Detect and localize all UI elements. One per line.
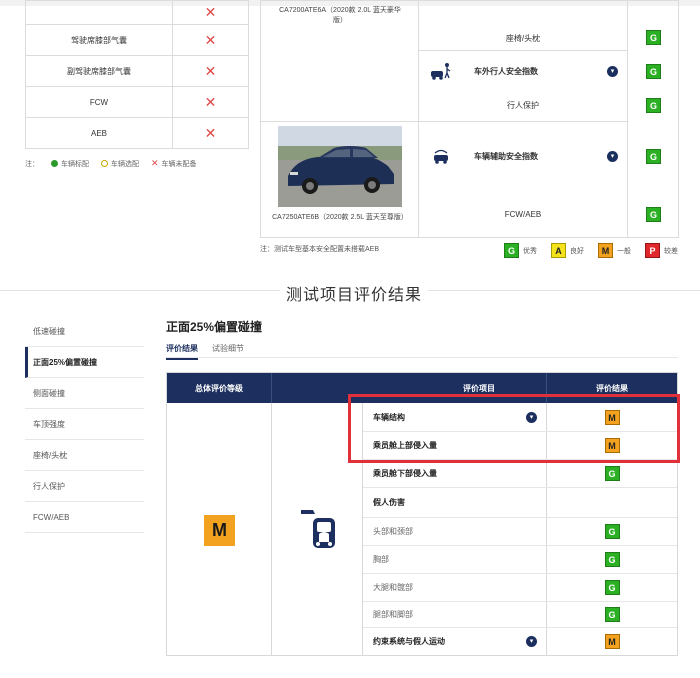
result-subtitle: 正面25%偏置碰撞: [166, 320, 263, 334]
item-name: 头部和颈部: [373, 527, 413, 536]
grade-badge: G: [646, 30, 661, 45]
item-name: 大腿和髋部: [373, 583, 413, 592]
legend-standard-label: 车辆标配: [61, 160, 89, 168]
driver-assist-icon: [431, 147, 451, 165]
row-pedestrian-protection: 行人保护: [507, 100, 539, 110]
legend-prefix: 注：: [25, 160, 39, 168]
optional-circle-icon: [101, 160, 108, 167]
result-row: 腿部和脚部 G: [363, 601, 677, 627]
row-fcw-aeb: FCW/AEB: [504, 209, 542, 219]
grade-badge: G: [604, 552, 620, 567]
nav-item-seat-headrest[interactable]: 座椅/头枕: [25, 440, 144, 471]
feature-row: 驾驶席膝部气囊 ✕: [26, 24, 248, 55]
grade-badge: M: [604, 634, 620, 649]
legend-none-label: 车辆未配备: [161, 160, 197, 168]
feature-name: AEB: [26, 118, 173, 148]
grade-legend-p-label: 较差: [664, 247, 678, 255]
header-overall: 总体评价等级: [167, 373, 272, 403]
feature-row: AEB ✕: [26, 117, 248, 148]
grade-legend-m-label: 一般: [617, 247, 631, 255]
legend-none: ✕ 车辆未配备: [151, 158, 197, 169]
grade-badge: G: [646, 98, 661, 113]
feature-row: ✕: [26, 0, 248, 24]
nav-item-side-impact[interactable]: 侧面碰撞: [25, 378, 144, 409]
nav-item-fcw-aeb[interactable]: FCW/AEB: [25, 502, 144, 533]
grade-legend-g-label: 优秀: [523, 247, 537, 255]
item-name: 约束系统与假人运动: [373, 637, 445, 646]
not-equipped-icon: ✕: [204, 31, 217, 48]
not-equipped-icon: ✕: [204, 4, 217, 20]
grade-legend-a-badge: A: [551, 243, 566, 258]
chevron-down-icon[interactable]: ▾: [607, 66, 618, 77]
grade-badge: G: [604, 580, 620, 595]
safety-features-table: ✕ 驾驶席膝部气囊 ✕ 副驾驶席膝部气囊 ✕ FCW ✕ AEB ✕: [25, 0, 249, 149]
grade-legend-m-badge: M: [598, 243, 613, 258]
feature-row: 副驾驶席膝部气囊 ✕: [26, 55, 248, 86]
occupant-seat-icon: [297, 504, 339, 550]
overall-grade-badge: M: [204, 515, 235, 546]
result-row: 胸部 G: [363, 545, 677, 573]
equipment-legend: 注： 车辆标配 车辆选配 ✕ 车辆未配备: [25, 158, 197, 169]
grade-legend: G 优秀 A 良好 M 一般 P 较差: [504, 243, 678, 258]
result-row: 大腿和髋部 G: [363, 573, 677, 601]
feature-name: 副驾驶席膝部气囊: [26, 56, 173, 86]
nav-item-front-25-offset[interactable]: 正面25%偏置碰撞: [25, 347, 144, 378]
chevron-down-icon[interactable]: ▾: [607, 151, 618, 162]
not-equipped-icon: ✕: [204, 62, 217, 79]
result-row: 头部和颈部 G: [363, 517, 677, 545]
legend-standard: 车辆标配: [51, 159, 89, 169]
feature-name: FCW: [26, 87, 173, 117]
grade-badge: G: [604, 466, 620, 481]
grade-legend-a-label: 良好: [570, 247, 584, 255]
grade-badge: G: [646, 207, 661, 222]
item-name: 乘员舱下部侵入量: [373, 469, 437, 478]
grade-badge: G: [604, 524, 620, 539]
legend-optional-label: 车辆选配: [111, 160, 139, 168]
item-name: 腿部和脚部: [373, 610, 413, 619]
result-row: 乘员舱下部侵入量 G: [363, 459, 677, 487]
car-photo: [278, 126, 402, 207]
row-driver-assist-index: 车辆辅助安全指数: [474, 151, 538, 161]
feature-name: [26, 1, 173, 24]
nav-item-roof-strength[interactable]: 车顶强度: [25, 409, 144, 440]
row-pedestrian-index: 车外行人安全指数: [474, 66, 538, 76]
grade-legend-g-badge: G: [504, 243, 519, 258]
not-equipped-icon: ✕: [204, 93, 217, 110]
standard-dot-icon: [51, 160, 58, 167]
car1-label: CA7200ATE6A（2020款 2.0L 蓝天豪华版）: [279, 7, 401, 24]
chevron-down-icon[interactable]: ▾: [526, 636, 537, 647]
item-name: 假人伤害: [373, 498, 405, 507]
feature-row: FCW ✕: [26, 86, 248, 117]
grade-badge: G: [604, 607, 620, 622]
row-seat-headrest: 座椅/头枕: [505, 33, 541, 43]
grade-legend-p-badge: P: [645, 243, 660, 258]
pedestrian-index-icon: [430, 62, 452, 80]
test-item-nav: 低速碰撞 正面25%偏置碰撞 侧面碰撞 车顶强度 座椅/头枕 行人保护 FCW/…: [25, 316, 144, 533]
grade-badge: G: [646, 64, 661, 79]
section-title: 测试项目评价结果: [280, 281, 429, 305]
nav-item-pedestrian[interactable]: 行人保护: [25, 471, 144, 502]
feature-name: 驾驶席膝部气囊: [26, 25, 173, 55]
not-equipped-icon: ✕: [204, 124, 217, 141]
nav-item-low-speed[interactable]: 低速碰撞: [25, 316, 144, 347]
item-name: 胸部: [373, 555, 389, 564]
red-highlight-annotation: [348, 394, 680, 463]
cross-icon: ✕: [151, 158, 159, 168]
grade-badge: G: [646, 149, 661, 164]
vehicle-note: 注：测试车型基本安全配置未搭载AEB: [260, 246, 380, 253]
result-row: 约束系统与假人运动 ▾ M: [363, 627, 677, 655]
car2-label: CA7250ATE6B（2020款 2.5L 蓝天至尊版）: [272, 214, 408, 221]
legend-optional: 车辆选配: [101, 159, 139, 169]
result-row: 假人伤害: [363, 487, 677, 517]
tabs-underline: [166, 357, 678, 358]
